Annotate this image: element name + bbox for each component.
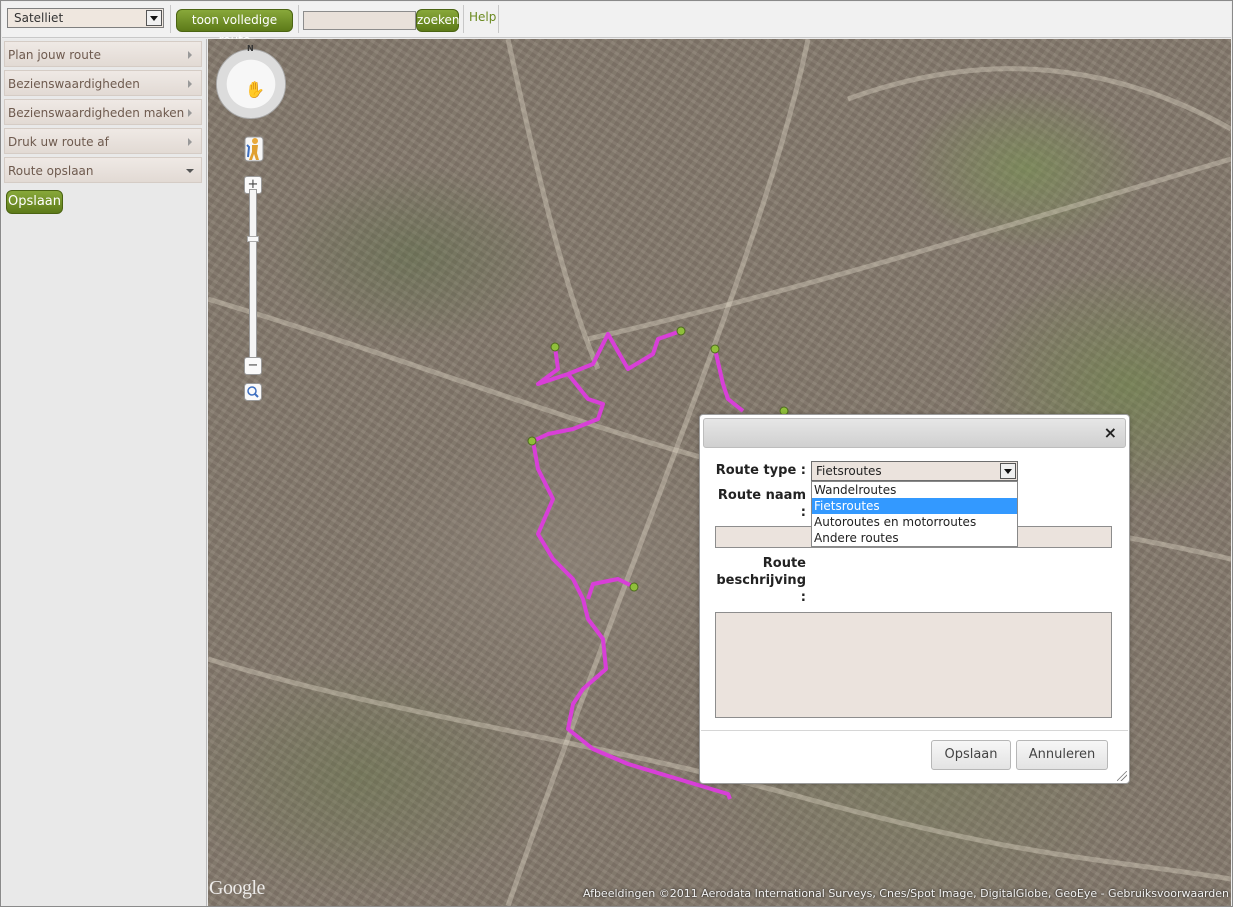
help-link[interactable]: Help [469, 10, 496, 24]
chevron-right-icon [188, 80, 192, 88]
sidebar-item-sights[interactable]: Bezienswaardigheden [4, 70, 202, 96]
compass-north-label: N [247, 44, 254, 53]
toolbar-divider [498, 5, 499, 33]
toolbar-divider [463, 5, 464, 33]
chevron-right-icon [188, 138, 192, 146]
zoom-box-icon[interactable] [244, 383, 262, 401]
route-type-select[interactable]: Fietsroutes [811, 461, 1018, 481]
label-line: Route [762, 556, 806, 571]
app-window: Satelliet toon volledige route zoeken He… [0, 0, 1233, 907]
label-line: Route naam [717, 488, 806, 503]
sidebar-item-label: Druk uw route af [8, 135, 109, 149]
zoom-slider[interactable] [249, 189, 257, 369]
route-type-option[interactable]: Wandelroutes [812, 482, 1017, 498]
hand-icon: ✋ [245, 80, 265, 99]
sidebar-item-plan-route[interactable]: Plan jouw route [4, 41, 202, 67]
dialog-cancel-button[interactable]: Annuleren [1016, 740, 1108, 770]
waypoint-marker[interactable] [527, 436, 537, 446]
chevron-down-icon[interactable] [1000, 463, 1016, 479]
sidebar: Plan jouw route Bezienswaardigheden Bezi… [2, 39, 207, 906]
pegman-icon[interactable] [244, 133, 264, 163]
map-attribution[interactable]: Afbeeldingen ©2011 Aerodata Internationa… [583, 887, 1229, 900]
route-description-label: Route beschrijving : [710, 555, 806, 606]
top-toolbar: Satelliet toon volledige route zoeken He… [2, 2, 1231, 47]
map-type-value: Satelliet [14, 11, 64, 25]
route-type-option-selected[interactable]: Fietsroutes [812, 498, 1017, 514]
chevron-right-icon [188, 109, 192, 117]
waypoint-marker[interactable] [710, 344, 720, 354]
sidebar-item-print-route[interactable]: Druk uw route af [4, 128, 202, 154]
chevron-down-icon [186, 169, 194, 173]
show-full-route-button[interactable]: toon volledige route [176, 9, 293, 47]
route-type-option[interactable]: Andere routes [812, 530, 1017, 546]
resize-grip-icon[interactable] [1117, 771, 1127, 781]
route-type-options-list: Wandelroutes Fietsroutes Autoroutes en m… [811, 481, 1018, 547]
toolbar-divider [170, 5, 171, 33]
toolbar-divider [298, 5, 299, 33]
route-name-label: Route naam : [710, 487, 806, 521]
dialog-save-button[interactable]: Opslaan [931, 740, 1011, 770]
sidebar-item-label: Bezienswaardigheden [8, 77, 140, 91]
route-type-label: Route type : [715, 463, 806, 478]
sidebar-item-save-route[interactable]: Route opslaan [4, 157, 202, 183]
sidebar-item-label: Route opslaan [8, 164, 94, 178]
label-line: beschrijving [716, 573, 806, 588]
zoom-slider-handle[interactable] [247, 236, 259, 242]
waypoint-marker[interactable] [550, 342, 560, 352]
close-icon[interactable]: × [1104, 423, 1117, 442]
waypoint-marker[interactable] [676, 326, 686, 336]
google-logo: Google [209, 877, 265, 899]
search-input[interactable] [303, 11, 416, 30]
route-type-value: Fietsroutes [816, 464, 882, 478]
map-type-select[interactable]: Satelliet [7, 8, 164, 28]
pan-control[interactable]: ✋ [216, 49, 286, 119]
sidebar-save-button[interactable]: Opslaan [6, 190, 63, 214]
route-description-textarea[interactable] [715, 612, 1112, 718]
sidebar-item-label: Bezienswaardigheden maken [8, 106, 185, 120]
route-type-option[interactable]: Autoroutes en motorroutes [812, 514, 1017, 530]
waypoint-marker[interactable] [629, 582, 639, 592]
chevron-right-icon [188, 51, 192, 59]
save-route-dialog: × Route type : Fietsroutes Route naam : … [699, 414, 1130, 784]
dialog-titlebar[interactable]: × [703, 418, 1126, 448]
search-button[interactable]: zoeken [416, 9, 460, 32]
zoom-out-button[interactable]: − [244, 357, 262, 375]
label-line: : [800, 505, 806, 520]
sidebar-item-label: Plan jouw route [8, 48, 101, 62]
chevron-down-icon[interactable] [146, 10, 162, 26]
dialog-divider [701, 730, 1128, 731]
sidebar-item-create-sights[interactable]: Bezienswaardigheden maken [4, 99, 202, 125]
label-line: : [800, 590, 806, 605]
